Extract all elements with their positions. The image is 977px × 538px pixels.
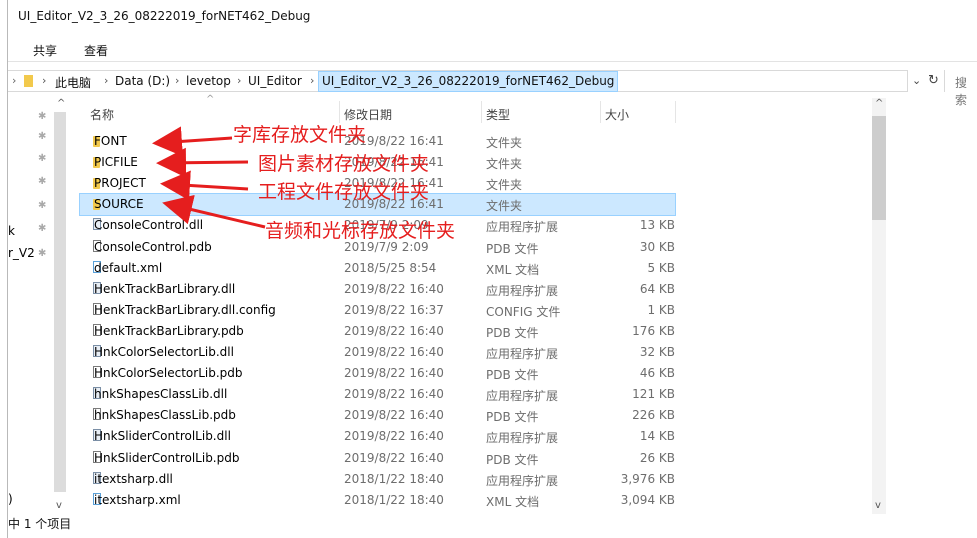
annotation-arrow bbox=[156, 147, 249, 178]
annotation-font: 字库存放文件夹 bbox=[233, 124, 367, 146]
annotation-picfile: 图片素材存放文件夹 bbox=[258, 153, 430, 175]
annotation-arrow bbox=[162, 194, 266, 229]
annotation-arrow bbox=[152, 126, 233, 157]
annotation-source: 音频和光标存放文件夹 bbox=[265, 220, 456, 242]
annotation-project: 工程文件存放文件夹 bbox=[258, 181, 430, 203]
annotation-arrow bbox=[160, 170, 249, 201]
annotation-arrows bbox=[152, 126, 266, 229]
